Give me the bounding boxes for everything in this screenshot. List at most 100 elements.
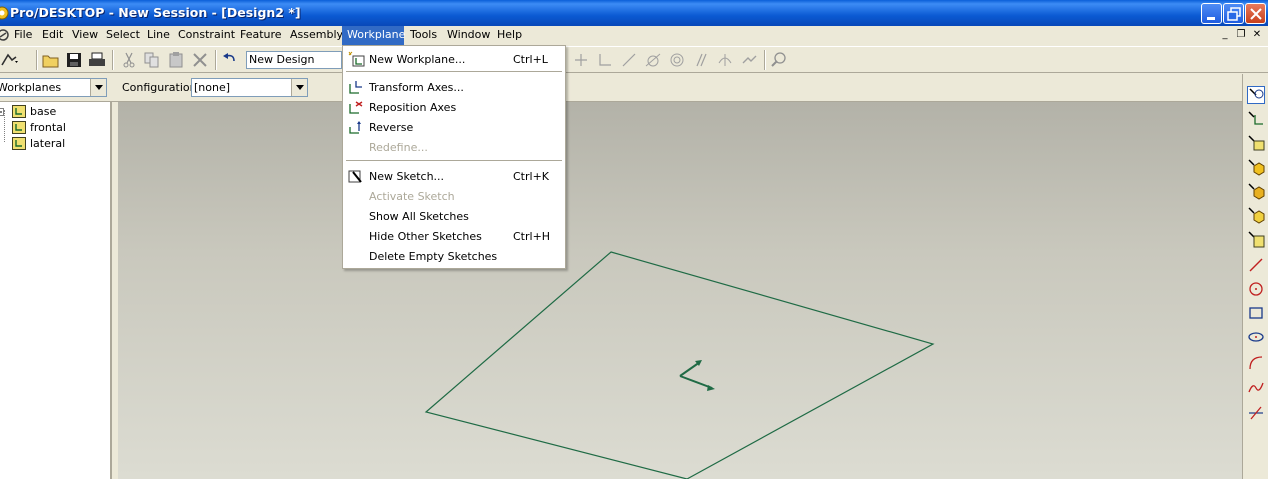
line-tool-icon[interactable] xyxy=(620,51,638,69)
pick-workplane-icon[interactable] xyxy=(1247,110,1265,128)
menu-item-label: Delete Empty Sketches xyxy=(369,250,498,263)
tree-item-frontal[interactable]: frontal xyxy=(0,120,110,136)
minimize-button[interactable] xyxy=(1201,3,1222,24)
constraint-tool-icon[interactable] xyxy=(572,51,590,69)
menu-item-label: Transform Axes... xyxy=(369,81,464,94)
rectangle-icon[interactable] xyxy=(1247,304,1265,322)
menu-edit[interactable]: Edit xyxy=(37,26,68,45)
restore-button[interactable] xyxy=(1223,3,1244,24)
menu-item-show-all-sketches[interactable]: Show All Sketches xyxy=(345,206,563,226)
pick-line-icon[interactable] xyxy=(1247,86,1265,104)
print-icon[interactable] xyxy=(88,51,106,69)
arc-icon[interactable] xyxy=(1247,354,1265,372)
title-bar: Pro/DESKTOP - New Session - [Design2 *] xyxy=(0,0,1268,26)
collapse-icon[interactable] xyxy=(0,108,4,116)
menu-window[interactable]: Window xyxy=(442,26,495,45)
menu-item-label: Reposition Axes xyxy=(369,101,457,114)
toolbar-separator xyxy=(764,50,766,70)
configuration-select[interactable]: [none] xyxy=(191,78,308,97)
reverse-icon xyxy=(349,121,361,134)
workplane-outline[interactable] xyxy=(424,251,935,479)
menu-select[interactable]: Select xyxy=(101,26,145,45)
menu-item-activate-sketch: Activate Sketch xyxy=(345,186,563,206)
pick-component-icon[interactable] xyxy=(1247,230,1265,248)
zoom-icon[interactable] xyxy=(770,51,788,69)
cut-icon[interactable] xyxy=(120,51,138,69)
menu-item-transform-axes[interactable]: Transform Axes... xyxy=(345,77,563,97)
browser-selector[interactable]: Workplanes xyxy=(0,78,107,97)
close-button[interactable] xyxy=(1245,3,1266,24)
save-icon[interactable] xyxy=(65,51,83,69)
menu-constraint[interactable]: Constraint xyxy=(173,26,240,45)
menu-line[interactable]: Line xyxy=(142,26,175,45)
ellipse-icon[interactable] xyxy=(1247,328,1265,346)
menu-item-reposition-axes[interactable]: Reposition Axes xyxy=(345,97,563,117)
tangent-icon[interactable] xyxy=(644,51,662,69)
copy-icon[interactable] xyxy=(143,51,161,69)
chevron-down-icon[interactable] xyxy=(90,79,106,96)
symmetry-icon[interactable] xyxy=(716,51,734,69)
pick-face-icon[interactable] xyxy=(1247,182,1265,200)
delete-icon[interactable] xyxy=(191,51,209,69)
workplane-menu: New Workplane... Ctrl+L Transform Axes..… xyxy=(342,45,566,269)
pick-sketch-icon[interactable] xyxy=(1247,134,1265,152)
transform-axes-icon xyxy=(349,81,362,94)
tree-item-label: lateral xyxy=(30,137,66,150)
tree-item-lateral[interactable]: lateral xyxy=(0,136,110,152)
app-icon xyxy=(0,6,9,20)
menu-item-new-workplane[interactable]: New Workplane... Ctrl+L xyxy=(345,49,563,69)
undo-icon[interactable] xyxy=(221,51,239,69)
workplane-axes-icon[interactable] xyxy=(679,360,715,391)
new-sketch-icon xyxy=(348,170,362,183)
mdi-restore-button[interactable]: ❐ xyxy=(1234,29,1248,42)
new-workplane-icon xyxy=(348,51,365,67)
paste-icon[interactable] xyxy=(167,51,185,69)
fix-icon[interactable] xyxy=(740,51,758,69)
trim-icon[interactable] xyxy=(1247,404,1265,422)
window-title: Pro/DESKTOP - New Session - [Design2 *] xyxy=(10,5,301,20)
tree-item-base[interactable]: base xyxy=(0,104,110,120)
menu-item-new-sketch[interactable]: New Sketch... Ctrl+K xyxy=(345,166,563,186)
line-icon[interactable] xyxy=(1247,256,1265,274)
browser-toolbar: Workplanes Configuration: [none] xyxy=(0,74,1242,102)
minimize-icon xyxy=(1207,17,1215,20)
menu-item-label: Activate Sketch xyxy=(369,190,455,203)
mdi-close-button[interactable]: ✕ xyxy=(1250,29,1264,42)
menu-workplane[interactable]: Workplane xyxy=(342,26,405,45)
sketch-toolbar xyxy=(1242,74,1268,479)
pick-feature-icon[interactable] xyxy=(1247,158,1265,176)
design-canvas[interactable] xyxy=(118,102,1242,479)
open-icon[interactable] xyxy=(42,51,60,69)
spline-icon[interactable] xyxy=(1247,378,1265,396)
menu-item-shortcut: Ctrl+K xyxy=(513,170,550,183)
select-tool-icon[interactable] xyxy=(0,51,18,69)
menu-item-hide-other-sketches[interactable]: Hide Other Sketches Ctrl+H xyxy=(345,226,563,246)
menu-item-reverse[interactable]: Reverse xyxy=(345,117,563,137)
menu-item-label: New Sketch... xyxy=(369,170,445,183)
design-name-field[interactable]: New Design xyxy=(246,51,342,69)
chevron-down-icon[interactable] xyxy=(291,79,307,96)
mdi-minimize-button[interactable]: _ xyxy=(1218,29,1232,42)
configuration-value: [none] xyxy=(194,81,231,94)
circle-icon[interactable] xyxy=(1247,280,1265,298)
menu-feature[interactable]: Feature xyxy=(235,26,287,45)
workplane-drawing xyxy=(424,251,935,479)
workplane-icon xyxy=(12,121,26,134)
menu-item-delete-empty-sketches[interactable]: Delete Empty Sketches xyxy=(345,246,563,266)
close-icon xyxy=(1250,8,1262,20)
tree-item-label: base xyxy=(30,105,57,118)
toolbar-separator xyxy=(112,50,114,70)
perpendicular-icon[interactable] xyxy=(596,51,614,69)
menu-file[interactable]: File xyxy=(9,26,37,45)
workplane-icon xyxy=(12,137,26,150)
pick-part-icon[interactable] xyxy=(1247,206,1265,224)
menu-tools[interactable]: Tools xyxy=(405,26,442,45)
parallel-icon[interactable] xyxy=(692,51,710,69)
browser-selector-value: Workplanes xyxy=(0,81,62,94)
configuration-label: Configuration: xyxy=(122,81,201,94)
toolbar-separator xyxy=(36,50,38,70)
menu-assembly[interactable]: Assembly xyxy=(285,26,348,45)
menu-help[interactable]: Help xyxy=(492,26,527,45)
concentric-icon[interactable] xyxy=(668,51,686,69)
menu-view[interactable]: View xyxy=(67,26,103,45)
